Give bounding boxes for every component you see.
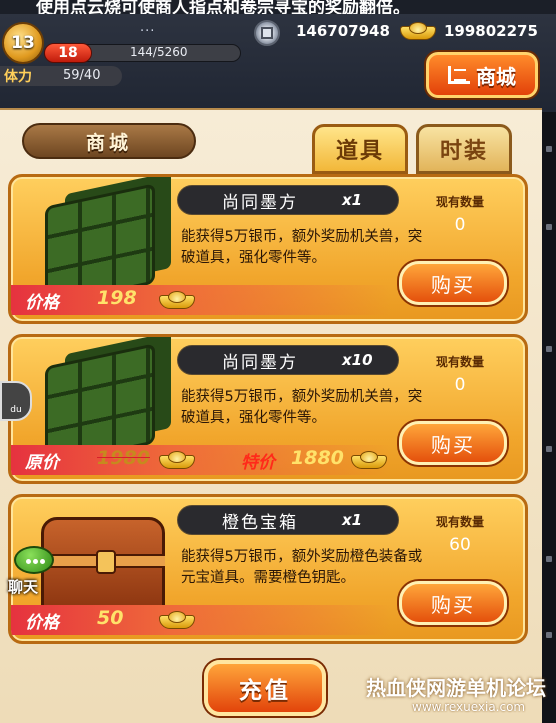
shop-item-card: 尚同墨方 x1 能获得5万银币，额外奖励机关兽，突破道具，强化零件等。 现有数量…: [8, 174, 528, 324]
vip-level-badge[interactable]: 13: [2, 22, 44, 64]
gold-ingot-icon: [159, 451, 195, 469]
item-name: 尚同墨方: [222, 192, 298, 213]
buy-button[interactable]: 购买: [399, 421, 507, 465]
paw-label: du: [10, 405, 22, 415]
shop-item-card: 橙色宝箱 x1 能获得5万银币，额外奖励橙色装备或元宝道具。需要橙色钥匙。 现有…: [8, 494, 528, 644]
item-quantity: x10: [342, 351, 373, 369]
price-value: 50: [97, 607, 124, 629]
item-description: 能获得5万银币，额外奖励机关兽，突破道具，强化零件等。: [181, 229, 423, 266]
item-name: 橙色宝箱: [222, 512, 298, 533]
item-name: 尚同墨方: [222, 352, 298, 373]
buy-button[interactable]: 购买: [399, 261, 507, 305]
cart-icon: [448, 66, 470, 84]
player-name: ...: [140, 20, 156, 35]
item-description: 能获得5万银币，额外奖励机关兽，突破道具，强化零件等。: [181, 389, 423, 426]
chat-label: 聊天: [8, 578, 39, 596]
top-hud: 使用点云烧可使商人指点和卷宗寻宝的奖励翻倍。 13 ... 18 144/526…: [0, 0, 556, 112]
item-name-plate: 尚同墨方 x10: [177, 345, 399, 375]
stamina-label: 体力: [4, 69, 32, 85]
price-band: [11, 285, 411, 315]
stock-label: 现有数量: [435, 355, 484, 369]
original-price-value: 1980: [97, 447, 150, 469]
gold-ingot-icon: [400, 22, 436, 40]
tab-fashion[interactable]: 时装: [416, 124, 512, 174]
stock-value: 0: [454, 375, 466, 395]
shop-button-label: 商城: [476, 64, 516, 89]
stock-value: 60: [449, 535, 471, 555]
tab-props[interactable]: 道具: [312, 124, 408, 174]
buy-button[interactable]: 购买: [399, 581, 507, 625]
stamina-value: 59/40: [63, 68, 101, 83]
item-quantity: x1: [342, 511, 363, 529]
item-quantity: x1: [342, 191, 363, 209]
price-band: [11, 605, 411, 635]
player-level: 18: [44, 43, 92, 63]
gold-ingot-icon: [159, 611, 195, 629]
gold-ingot-icon: [159, 291, 195, 309]
orange-chest-icon: [41, 517, 165, 613]
announcement-ticker: 使用点云烧可使商人指点和卷宗寻宝的奖励翻倍。: [0, 0, 556, 14]
recharge-button[interactable]: 充值: [204, 660, 326, 716]
shop-title: 商城: [22, 123, 196, 159]
gold-ingot-icon: [351, 451, 387, 469]
item-name-plate: 橙色宝箱 x1: [177, 505, 399, 535]
sale-price-label: 特价: [241, 453, 275, 473]
edge-toolbar: [542, 112, 556, 723]
baidu-paw-button[interactable]: du: [0, 381, 32, 421]
stock-label: 现有数量: [435, 515, 484, 529]
watermark: 热血侠网游单机论坛: [366, 676, 546, 700]
gold-amount: 199802275: [444, 22, 538, 40]
original-price-label: 原价: [25, 453, 59, 473]
item-description: 能获得5万银币，额外奖励橙色装备或元宝道具。需要橙色钥匙。: [181, 549, 423, 586]
silver-coin-icon: [254, 20, 280, 46]
ticker-text: 使用点云烧可使商人指点和卷宗寻宝的奖励翻倍。: [36, 0, 410, 14]
shop-button[interactable]: 商城: [426, 52, 538, 98]
price-label: 价格: [25, 613, 59, 633]
exp-text: 144/5260: [130, 45, 188, 59]
stock-label: 现有数量: [435, 195, 484, 209]
silver-amount: 146707948: [296, 22, 390, 40]
price-label: 价格: [25, 293, 59, 313]
chat-button[interactable]: 聊天: [0, 546, 58, 600]
watermark-url: www.rexuexia.com: [412, 700, 526, 714]
shop-item-card: 尚同墨方 x10 能获得5万银币，额外奖励机关兽，突破道具，强化零件等。 现有数…: [8, 334, 528, 484]
price-value: 198: [97, 287, 137, 309]
vip-level-text: 13: [11, 33, 35, 53]
item-name-plate: 尚同墨方 x1: [177, 185, 399, 215]
stock-value: 0: [454, 215, 466, 235]
sale-price-value: 1880: [291, 447, 344, 469]
chat-bubble-icon: [14, 546, 54, 574]
